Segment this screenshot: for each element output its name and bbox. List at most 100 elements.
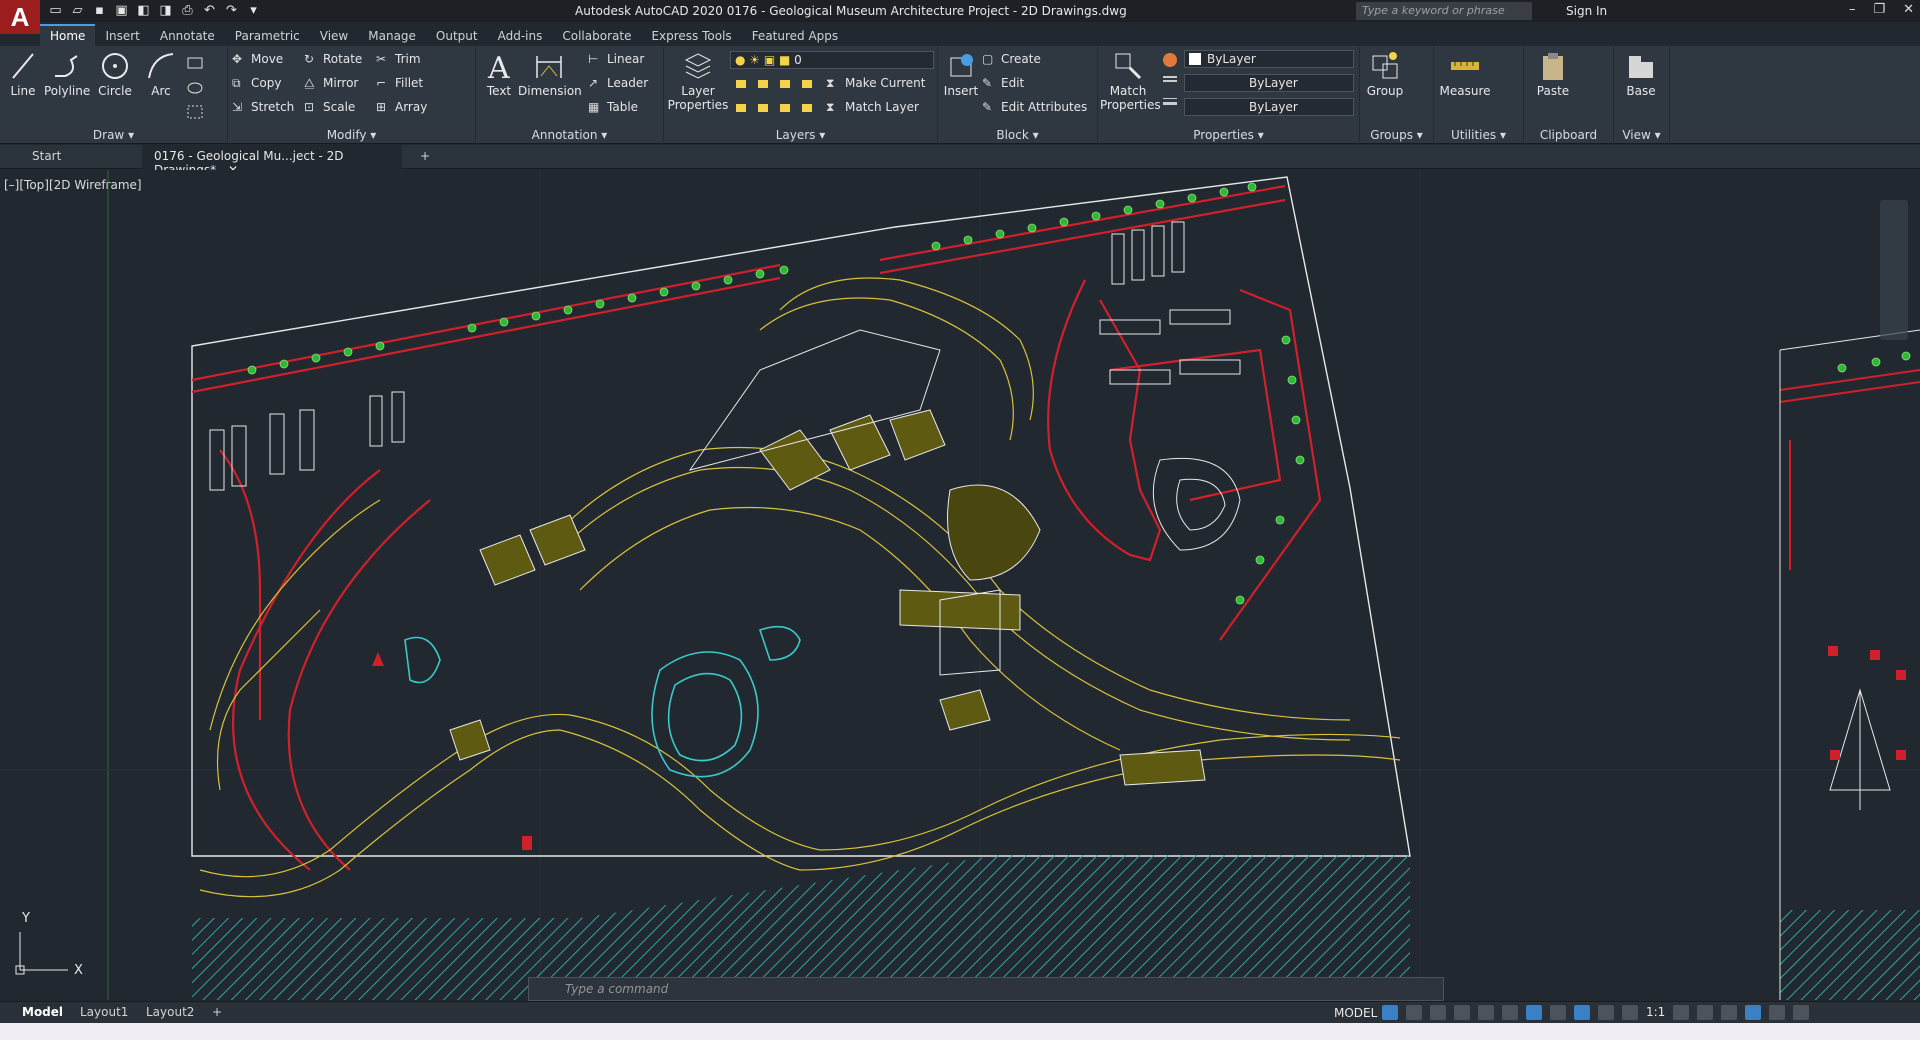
polar-icon[interactable] <box>1454 1005 1470 1020</box>
text-button[interactable]: A Text <box>476 50 522 98</box>
workspace-gear-icon[interactable] <box>1673 1005 1690 1020</box>
layer-tools-icon[interactable] <box>734 76 822 118</box>
open-web-icon[interactable]: ◧ <box>136 3 151 18</box>
add-layout-button[interactable]: + <box>212 1005 222 1019</box>
drawing-tab[interactable]: 0176 - Geological Mu...ject - 2D Drawing… <box>142 145 402 177</box>
table-button[interactable]: ▦ Table <box>588 100 638 114</box>
stretch-button[interactable]: ⇲ Stretch <box>232 100 294 114</box>
linetype-dropdown[interactable]: ByLayer <box>1184 74 1354 92</box>
tab-output[interactable]: Output <box>426 26 488 46</box>
tab-parametric[interactable]: Parametric <box>225 26 310 46</box>
copy-button[interactable]: ⧉ Copy <box>232 76 281 90</box>
otrack-icon[interactable] <box>1526 1005 1542 1020</box>
layout1-tab[interactable]: Layout1 <box>80 1005 128 1019</box>
minimize-button[interactable]: – <box>1849 2 1856 17</box>
open-icon[interactable]: ▱ <box>70 3 85 18</box>
arc-button[interactable]: Arc <box>138 50 184 98</box>
save-as-icon[interactable]: ▣ <box>114 3 129 18</box>
view-panel-title[interactable]: View ▾ <box>1614 128 1669 142</box>
layer-dropdown[interactable]: ● ☀ ▣ ■ 0 <box>730 51 934 69</box>
osnap-icon[interactable] <box>1502 1005 1518 1020</box>
rotate-button[interactable]: ↻ Rotate <box>304 52 362 66</box>
snap-icon[interactable] <box>1406 1005 1422 1020</box>
modify-panel-title[interactable]: Modify ▾ <box>228 128 475 142</box>
new-tab-button[interactable]: + <box>408 145 442 169</box>
tab-featured-apps[interactable]: Featured Apps <box>742 26 848 46</box>
model-tab[interactable]: Model <box>22 1005 63 1019</box>
scale-button[interactable]: ⊡ Scale <box>304 100 355 114</box>
start-tab[interactable]: Start <box>20 145 140 169</box>
mirror-button[interactable]: ⧋ Mirror <box>304 76 358 90</box>
isolate-objects-icon[interactable] <box>1721 1005 1738 1020</box>
polyline-button[interactable]: Polyline <box>44 50 90 98</box>
move-button[interactable]: ✥ Move <box>232 52 283 66</box>
array-button[interactable]: ⊞ Array <box>376 100 427 114</box>
annotation-visibility-icon[interactable] <box>1574 1005 1590 1020</box>
groups-panel-title[interactable]: Groups ▾ <box>1360 128 1433 142</box>
search-input[interactable]: Type a keyword or phrase <box>1356 2 1532 20</box>
redo-icon[interactable]: ↷ <box>224 3 239 18</box>
ortho-icon[interactable] <box>1430 1005 1446 1020</box>
leader-button[interactable]: ↗ Leader <box>588 76 648 90</box>
undo-icon[interactable]: ↶ <box>202 3 217 18</box>
linear-button[interactable]: ⊢ Linear <box>588 52 644 66</box>
dimension-button[interactable]: Dimension <box>518 50 582 98</box>
properties-panel-title[interactable]: Properties ▾ <box>1098 128 1359 142</box>
line-button[interactable]: Line <box>0 50 46 98</box>
annotation-panel-title[interactable]: Annotation ▾ <box>476 128 663 142</box>
command-line-input[interactable]: Type a command <box>528 977 1444 1001</box>
match-properties-button[interactable]: Match Properties <box>1100 50 1161 112</box>
make-current-button[interactable]: ⧗ Make Current <box>826 76 926 90</box>
save-web-icon[interactable]: ◨ <box>158 3 173 18</box>
isodraft-icon[interactable] <box>1478 1005 1494 1020</box>
utilities-panel-title[interactable]: Utilities ▾ <box>1434 128 1523 142</box>
customize-qat-icon[interactable]: ▾ <box>246 3 261 18</box>
restore-button[interactable]: ❐ <box>1873 2 1885 17</box>
tab-insert[interactable]: Insert <box>95 26 149 46</box>
tab-annotate[interactable]: Annotate <box>150 26 225 46</box>
trim-button[interactable]: ✂ Trim <box>376 52 421 66</box>
color-dropdown[interactable]: ByLayer <box>1184 50 1354 68</box>
scale-label[interactable]: 1:1 <box>1646 1005 1665 1020</box>
draw-small-tools-icon[interactable] <box>186 54 216 124</box>
tab-home[interactable]: Home <box>40 24 96 46</box>
hardware-accel-icon[interactable] <box>1745 1005 1762 1020</box>
new-file-icon[interactable]: ▭ <box>48 3 63 18</box>
base-button[interactable]: Base <box>1618 50 1664 98</box>
tab-express-tools[interactable]: Express Tools <box>641 26 741 46</box>
plot-icon[interactable]: ⎙ <box>180 3 195 18</box>
block-panel-title[interactable]: Block ▾ <box>938 128 1097 142</box>
insert-button[interactable]: Insert <box>938 50 984 98</box>
edit-block-button[interactable]: ✎ Edit <box>982 76 1024 90</box>
plus-icon[interactable] <box>1697 1005 1714 1020</box>
create-block-button[interactable]: ▢ Create <box>982 52 1041 66</box>
annotation-scale-icon[interactable] <box>1622 1005 1638 1020</box>
tab-view[interactable]: View <box>310 26 358 46</box>
model-space-toggle[interactable]: MODEL <box>1334 1006 1377 1020</box>
tab-collaborate[interactable]: Collaborate <box>552 26 641 46</box>
clean-screen-icon[interactable] <box>1769 1005 1786 1020</box>
drawing-viewport[interactable]: [–][Top][2D Wireframe] Y X <box>0 170 1920 1000</box>
clipboard-panel-title[interactable]: Clipboard <box>1524 128 1613 142</box>
group-button[interactable]: Group <box>1362 50 1408 98</box>
sign-in-button[interactable]: Sign In <box>1566 4 1607 18</box>
measure-button[interactable]: Measure <box>1434 50 1496 98</box>
match-layer-button[interactable]: ⧗ Match Layer <box>826 100 919 114</box>
customize-menu-icon[interactable] <box>1793 1005 1810 1020</box>
edit-attributes-button[interactable]: ✎ Edit Attributes <box>982 100 1087 114</box>
fillet-button[interactable]: ⌐ Fillet <box>376 76 423 90</box>
layer-properties-button[interactable]: Layer Properties <box>666 50 730 112</box>
lineweight-dropdown[interactable]: ByLayer <box>1184 98 1354 116</box>
layout2-tab[interactable]: Layout2 <box>146 1005 194 1019</box>
tab-add-ins[interactable]: Add-ins <box>488 26 553 46</box>
auto-scale-icon[interactable] <box>1598 1005 1614 1020</box>
tab-manage[interactable]: Manage <box>358 26 426 46</box>
layers-panel-title[interactable]: Layers ▾ <box>664 128 937 142</box>
lineweight-icon[interactable] <box>1550 1005 1566 1020</box>
paste-button[interactable]: Paste <box>1530 50 1576 98</box>
draw-panel-title[interactable]: Draw ▾ <box>0 128 227 142</box>
grid-icon[interactable] <box>1382 1005 1398 1020</box>
close-window-button[interactable]: ✕ <box>1903 2 1914 17</box>
autocad-logo-icon[interactable]: A <box>0 0 40 34</box>
circle-button[interactable]: Circle <box>92 50 138 98</box>
